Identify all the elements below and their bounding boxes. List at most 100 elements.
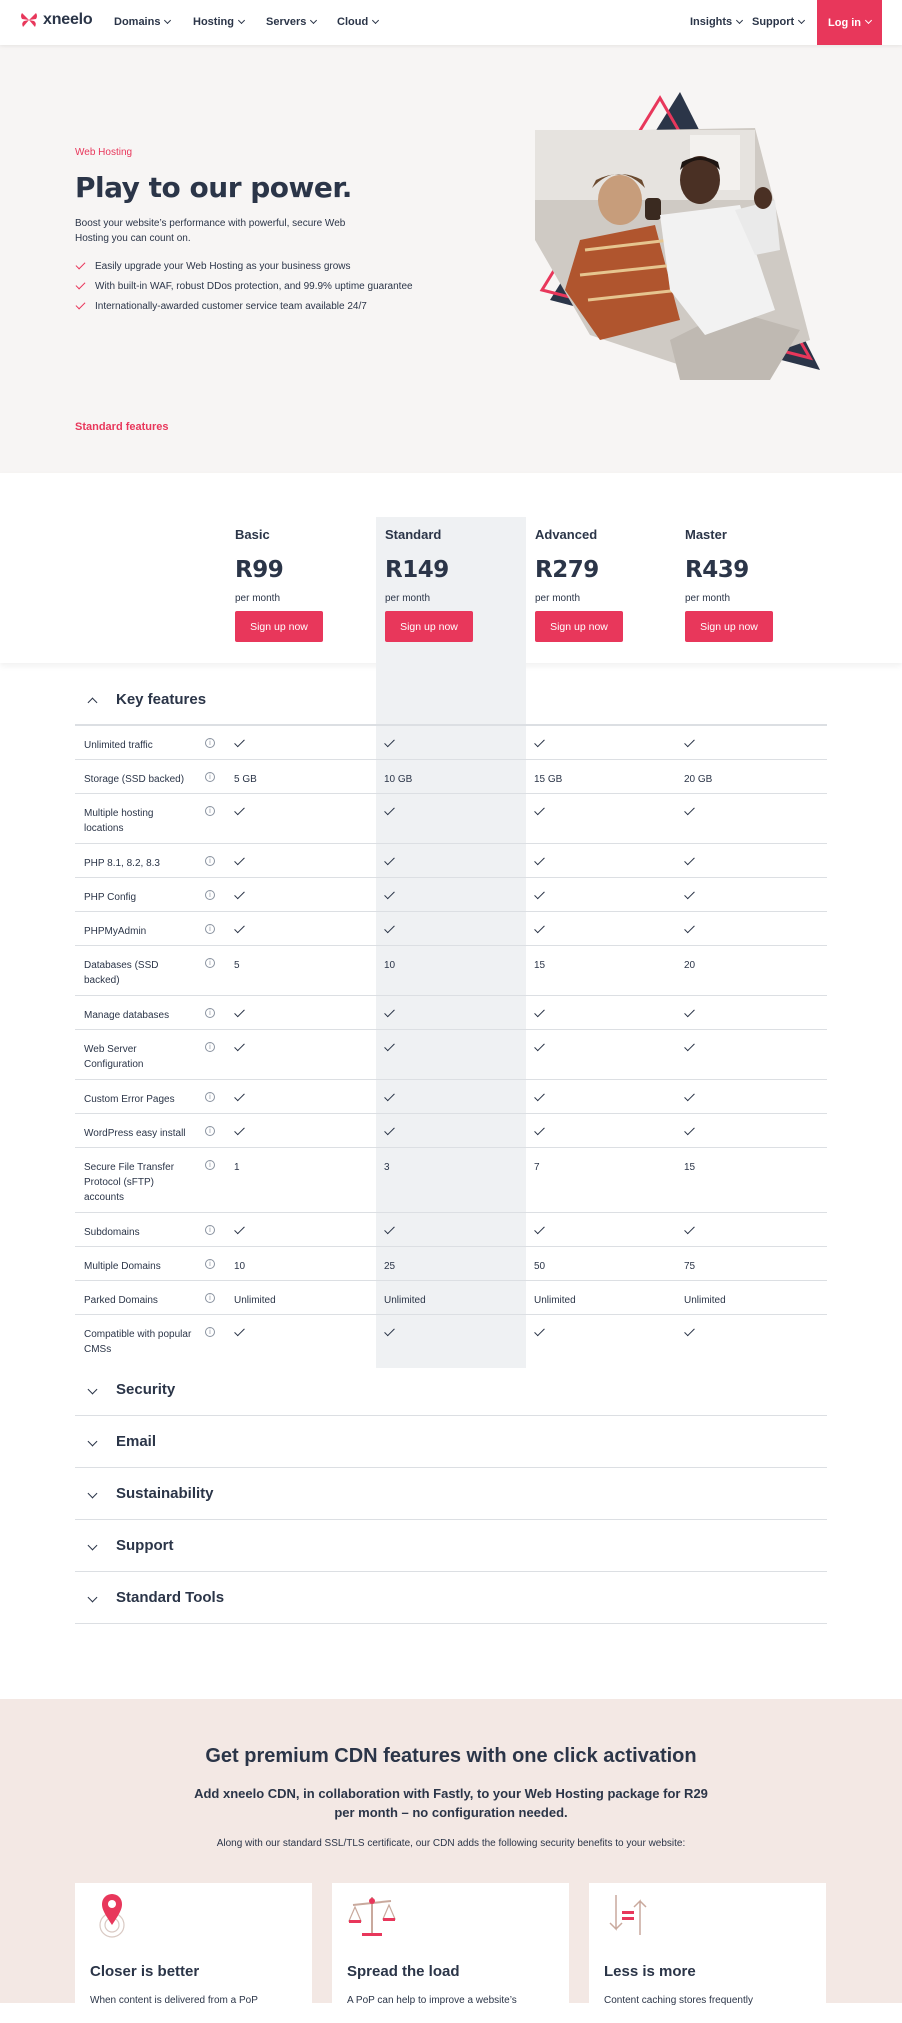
- feature-value: Unlimited: [384, 1295, 426, 1306]
- brand-logo[interactable]: xneelo: [20, 11, 93, 29]
- plan-price: R279: [535, 557, 599, 583]
- chevron-down-icon: [310, 16, 318, 25]
- info-icon[interactable]: i: [205, 1160, 215, 1170]
- cdn-subtitle: Add xneelo CDN, in collaboration with Fa…: [194, 1786, 708, 1820]
- check-icon: [384, 1325, 395, 1342]
- accordion-standard-tools[interactable]: Standard Tools: [75, 1572, 827, 1624]
- check-mark: [234, 1124, 245, 1136]
- plan-price: R149: [385, 557, 449, 583]
- info-icon[interactable]: i: [205, 1008, 215, 1018]
- info-icon[interactable]: i: [205, 1225, 215, 1235]
- feature-row: Secure File Transfer Protocol (sFTP) acc…: [75, 1148, 827, 1213]
- chevron-down-icon: [372, 16, 380, 25]
- feature-value: 15: [534, 960, 546, 971]
- check-mark: [684, 922, 695, 934]
- plan-price: R99: [235, 557, 284, 583]
- check-icon: [534, 854, 545, 871]
- nav-domains-label: Domains: [114, 16, 161, 28]
- feature-name: PHP Config: [84, 892, 137, 903]
- check-mark: [684, 888, 695, 900]
- check-mark: [384, 1090, 395, 1102]
- feature-name: Multiple hosting locations: [84, 808, 154, 834]
- feature-name: Secure File Transfer Protocol (sFTP) acc…: [84, 1162, 175, 1203]
- check-mark: [684, 854, 695, 866]
- plan-period: per month: [685, 593, 731, 604]
- info-icon[interactable]: i: [205, 1327, 215, 1337]
- info-icon[interactable]: i: [205, 856, 215, 866]
- accordion-email[interactable]: Email: [75, 1416, 827, 1468]
- chevron-down-icon: [736, 16, 744, 25]
- feature-value: 20 GB: [684, 774, 713, 785]
- feature-row: Manage databases i: [75, 996, 827, 1030]
- hero-eyebrow: Web Hosting: [75, 147, 133, 158]
- check-mark: [384, 888, 395, 900]
- info-icon[interactable]: i: [205, 1259, 215, 1269]
- nav-servers-label: Servers: [266, 16, 307, 28]
- sign-up-button[interactable]: Sign up now: [685, 611, 773, 642]
- login-button[interactable]: Log in: [817, 0, 882, 45]
- check-mark: [384, 922, 395, 934]
- check-mark: [534, 888, 545, 900]
- feature-value: 75: [684, 1261, 696, 1272]
- chevron-down-icon: [87, 1488, 98, 1499]
- feature-value: 15 GB: [534, 774, 563, 785]
- feature-row: PHP 8.1, 8.2, 8.3 i: [75, 844, 827, 878]
- standard-features-link[interactable]: Standard features: [75, 421, 169, 433]
- feature-row: Multiple Domains i 10 25 50 75: [75, 1247, 827, 1281]
- accordion-title: Email: [116, 1433, 157, 1450]
- cdn-note: Along with our standard SSL/TLS certific…: [216, 1838, 686, 1849]
- nav-support[interactable]: Support: [752, 16, 806, 28]
- info-icon[interactable]: i: [205, 1293, 215, 1303]
- accordion-sustainability[interactable]: Sustainability: [75, 1468, 827, 1520]
- accordion-key-features[interactable]: Key features: [75, 674, 827, 726]
- feature-name: Unlimited traffic: [84, 740, 153, 751]
- brand-name: xneelo: [43, 11, 93, 28]
- cdn-card: Closer is better When content is deliver…: [75, 1883, 312, 2023]
- check-icon: [234, 1124, 245, 1141]
- check-mark: [534, 1040, 545, 1052]
- nav-servers[interactable]: Servers: [266, 16, 318, 28]
- check-mark: [384, 1325, 395, 1337]
- info-icon[interactable]: i: [205, 806, 215, 816]
- accordion-security[interactable]: Security: [75, 1364, 827, 1416]
- accordion-title: Support: [116, 1537, 174, 1554]
- feature-value: Unlimited: [534, 1295, 576, 1306]
- feature-row: Storage (SSD backed) i 5 GB 10 GB 15 GB 20 GB: [75, 760, 827, 794]
- check-icon: [684, 1006, 695, 1023]
- check-icon: [384, 1124, 395, 1141]
- login-label: Log in: [828, 16, 861, 29]
- nav-hosting[interactable]: Hosting: [193, 16, 245, 28]
- info-icon[interactable]: i: [205, 924, 215, 934]
- sign-up-button[interactable]: Sign up now: [535, 611, 623, 642]
- check-icon: [534, 1006, 545, 1023]
- info-icon[interactable]: i: [205, 1042, 215, 1052]
- info-icon[interactable]: i: [205, 890, 215, 900]
- sign-up-button[interactable]: Sign up now: [235, 611, 323, 642]
- check-mark: [534, 1006, 545, 1018]
- card-title: Closer is better: [90, 1963, 200, 1980]
- nav-cloud[interactable]: Cloud: [337, 16, 380, 28]
- accordion-support[interactable]: Support: [75, 1520, 827, 1572]
- nav-insights[interactable]: Insights: [690, 16, 744, 28]
- feature-value: 10 GB: [384, 774, 413, 785]
- info-icon[interactable]: i: [205, 958, 215, 968]
- info-icon[interactable]: i: [205, 1092, 215, 1102]
- info-icon[interactable]: i: [205, 738, 215, 748]
- check-icon: [684, 888, 695, 905]
- check-mark: [684, 736, 695, 748]
- check-mark: [534, 1090, 545, 1102]
- info-icon[interactable]: i: [205, 1126, 215, 1136]
- chevron-down-icon: [237, 16, 245, 25]
- feature-name: Databases (SSD backed): [84, 960, 159, 986]
- check-icon: [684, 1040, 695, 1057]
- accordion-title: Key features: [116, 691, 207, 708]
- chevron-down-icon: [87, 1540, 98, 1551]
- info-icon[interactable]: i: [205, 772, 215, 782]
- check-mark: [684, 804, 695, 816]
- sign-up-button[interactable]: Sign up now: [385, 611, 473, 642]
- check-icon: [234, 922, 245, 939]
- nav-domains[interactable]: Domains: [114, 16, 172, 28]
- plan-name: Master: [685, 527, 727, 542]
- hero-bullet-text: With built-in WAF, robust DDos protectio…: [95, 280, 413, 292]
- feature-value: 10: [234, 1261, 246, 1272]
